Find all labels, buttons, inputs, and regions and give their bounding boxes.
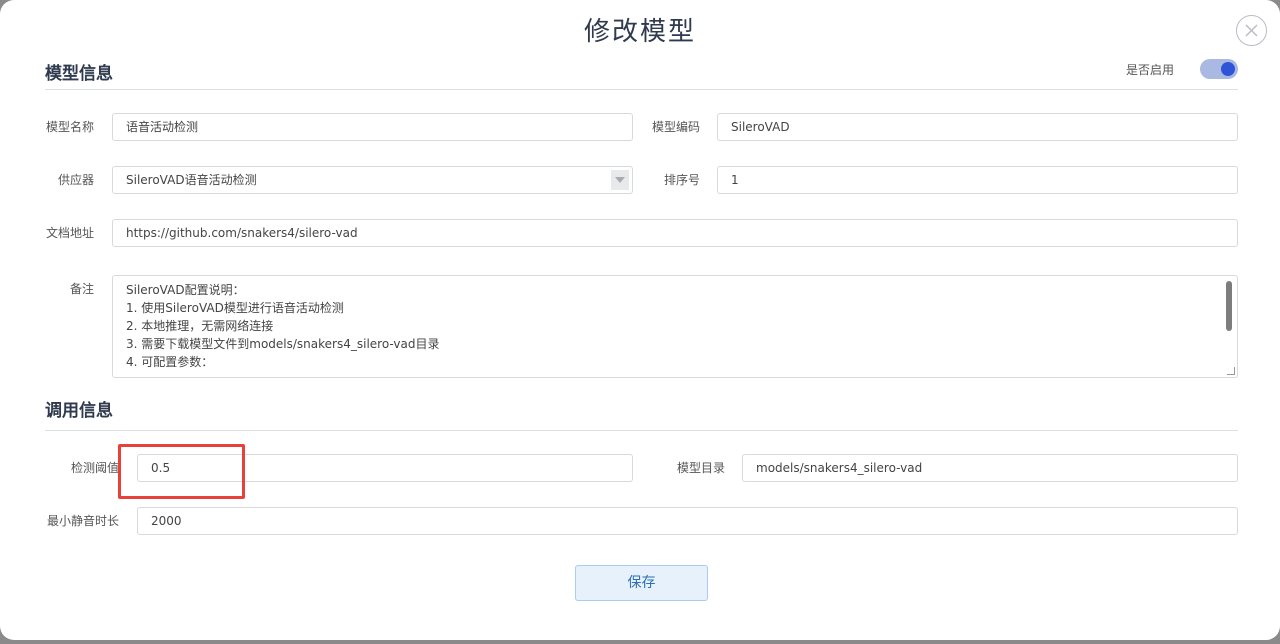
supplier-select[interactable]: SileroVAD语音活动检测 [112,166,633,194]
scrollbar[interactable] [1226,281,1232,331]
sort-input[interactable]: 1 [717,166,1238,194]
model-info-section-title: 模型信息 [45,64,113,84]
model-dir-input[interactable]: models/snakers4_silero-vad [742,454,1238,482]
min-silence-label: 最小静音时长 [46,514,119,528]
remark-label: 备注 [69,282,94,296]
section-divider [45,430,1238,431]
remark-line: 3. 需要下载模型文件到models/snakers4_silero-vad目录 [126,337,440,351]
remark-line: SileroVAD配置说明： [126,283,245,297]
doc-url-label: 文档地址 [45,226,94,240]
save-button[interactable]: 保存 [575,565,708,601]
dialog-title: 修改模型 [583,17,696,47]
remark-textarea[interactable]: SileroVAD配置说明： 1. 使用SileroVAD模型进行语音活动检测 … [112,275,1238,378]
section-divider [45,89,1238,90]
supplier-label: 供应器 [57,173,94,187]
remark-line: 1. 使用SileroVAD模型进行语音活动检测 [126,301,344,315]
toggle-knob [1221,62,1235,76]
remark-line: 4. 可配置参数： [126,355,214,369]
model-name-label: 模型名称 [45,120,94,134]
supplier-value: SileroVAD语音活动检测 [126,173,257,187]
enabled-toggle[interactable] [1200,59,1238,79]
model-code-input[interactable]: SileroVAD [717,113,1238,141]
sort-label: 排序号 [663,173,700,187]
edit-model-dialog: 修改模型 模型信息 是否启用 模型名称 语音活动检测 模型编码 SileroVA… [0,0,1280,640]
highlight-box [118,444,245,499]
close-button[interactable] [1236,15,1267,46]
model-code-label: 模型编码 [651,120,700,134]
threshold-label: 检测阈值 [70,461,119,475]
resize-handle-icon[interactable] [1227,367,1235,375]
doc-url-input[interactable]: https://github.com/snakers4/silero-vad [112,219,1238,247]
chevron-down-icon[interactable] [611,170,629,190]
close-icon [1245,24,1258,37]
model-name-input[interactable]: 语音活动检测 [112,113,633,141]
enabled-label: 是否启用 [1126,63,1175,77]
remark-line: 2. 本地推理，无需网络连接 [126,319,274,333]
min-silence-input[interactable]: 2000 [137,507,1238,535]
model-dir-label: 模型目录 [676,461,725,475]
call-info-section-title: 调用信息 [45,401,113,421]
